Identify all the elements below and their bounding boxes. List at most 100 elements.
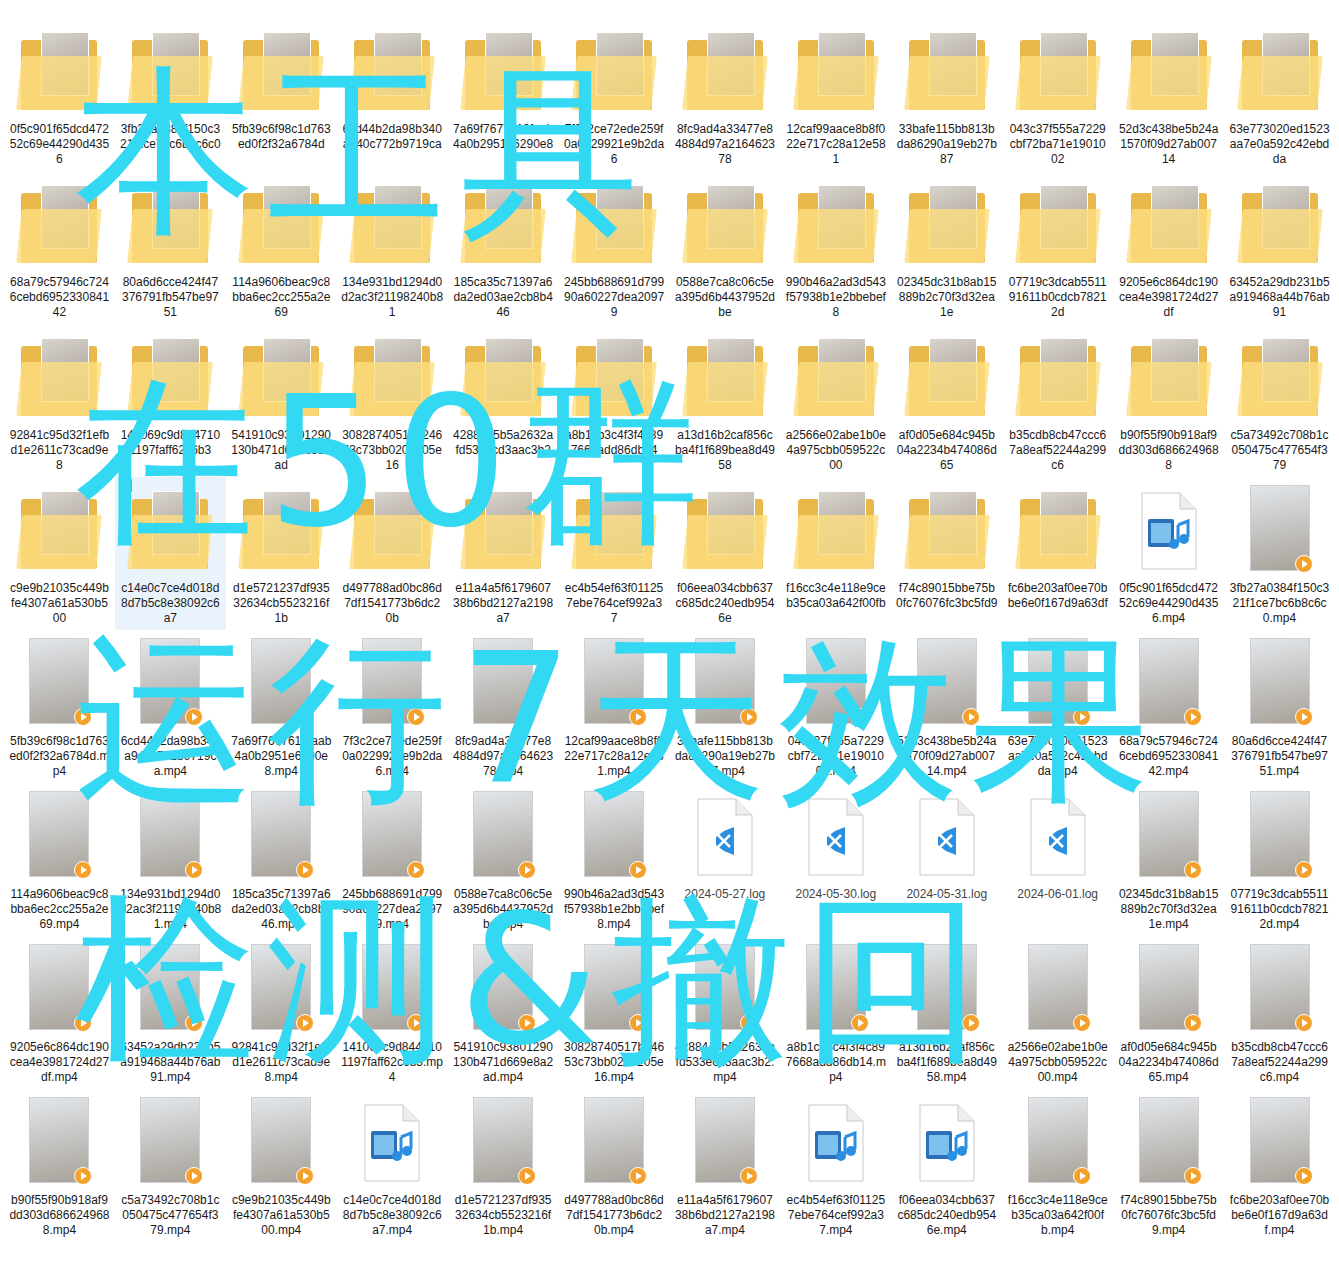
file-item[interactable]: 33bafe115bb813bda86290a19eb27b87 (891, 18, 1002, 171)
file-item[interactable]: 114a9606beac9c8bba6ec2cc255a2e69.mp4 (4, 783, 115, 936)
checkbox[interactable] (119, 479, 132, 492)
file-item[interactable]: f06eea034cbb637c685dc240edb9546e.mp4 (891, 1089, 1002, 1242)
file-item[interactable]: 541910c93801290130b471d669e8a2ad (226, 324, 337, 477)
file-item[interactable]: 33bafe115bb813bda86290a19eb27b87.mp4 (669, 630, 780, 783)
file-item[interactable]: b90f55f90b918af9dd303d6866249688.mp4 (4, 1089, 115, 1242)
file-item[interactable]: 4288445b5a2632afd533ecd3aac3b2.mp4 (669, 936, 780, 1089)
file-item[interactable]: 80a6d6cce424f47376791fb547be9751.mp4 (1224, 630, 1335, 783)
file-item[interactable]: 6cd44b2da98b340a940c772b9719ca.mp4 (115, 630, 226, 783)
file-item[interactable]: d497788ad0bc86d7df1541773b6dc20b.mp4 (559, 1089, 670, 1242)
file-item[interactable]: c5a73492c708b1c050475c477654f379.mp4 (115, 1089, 226, 1242)
file-item[interactable]: 2024-06-01.log (1002, 783, 1113, 936)
file-item[interactable]: 7a69f7677612faab4a0b2951e6290e8 (448, 18, 559, 171)
file-item[interactable]: f16cc3c4e118e9ceb35ca03a642f00fb (780, 477, 891, 630)
file-item[interactable]: 185ca35c71397a6da2ed03ae2cb8b446 (448, 171, 559, 324)
file-item[interactable]: d497788ad0bc86d7df1541773b6dc20b (337, 477, 448, 630)
file-item[interactable]: 0588e7ca8c06c5ea395d6b4437952dbe (669, 171, 780, 324)
file-item[interactable]: 7f3c2ce72ede259f0a0229921e9b2da6.mp4 (337, 630, 448, 783)
file-item[interactable]: d1e5721237df93532634cb5523216f1b (226, 477, 337, 630)
file-item[interactable]: 92841c95d32f1efbd1e2611c73cad9e8.mp4 (226, 936, 337, 1089)
file-item[interactable]: a8b1cb3c4f3f4c897668add86db14.mp4 (780, 936, 891, 1089)
file-item[interactable]: 2024-05-31.log (891, 783, 1002, 936)
file-item[interactable]: 9205e6c864dc190cea4e3981724d27df.mp4 (4, 936, 115, 1089)
file-item[interactable]: f74c89015bbe75b0fc76076fc3bc5fd9.mp4 (1113, 1089, 1224, 1242)
file-item[interactable]: 63e773020ed1523aa7e0a592c42ebdda.mp4 (1002, 630, 1113, 783)
file-item[interactable]: 6cd44b2da98b340a940c772b9719ca (337, 18, 448, 171)
file-item[interactable]: af0d05e684c945b04a2234b474086d65 (891, 324, 1002, 477)
file-item[interactable]: 4288445b5a2632afd533ecd3aac3b2 (448, 324, 559, 477)
file-item[interactable]: b35cdb8cb47ccc67a8eaf52244a299c6 (1002, 324, 1113, 477)
file-item[interactable]: 07719c3dcab551191611b0cdcb78212d.mp4 (1224, 783, 1335, 936)
file-item[interactable]: 68a79c57946c7246cebd695233084142.mp4 (1113, 630, 1224, 783)
file-item[interactable]: 043c37f555a7229cbf72ba71e1901002.mp4 (780, 630, 891, 783)
file-item[interactable]: c14e0c7ce4d018d8d7b5c8e38092c6a7.mp4 (337, 1089, 448, 1242)
file-item[interactable]: a13d16b2caf856cba4f1f689bea8d4958.mp4 (891, 936, 1002, 1089)
file-item[interactable]: 990b46a2ad3d543f57938b1e2bbebef8 (780, 171, 891, 324)
file-item[interactable]: 30828740517b24653c73bb0209205e16.mp4 (559, 936, 670, 1089)
file-item[interactable]: 63452a29db231b5a919468a44b76ab91.mp4 (115, 936, 226, 1089)
file-item[interactable]: c14e0c7ce4d018d8d7b5c8e38092c6a7 (115, 477, 226, 630)
file-item[interactable]: 02345dc31b8ab15889b2c70f3d32ea1e (891, 171, 1002, 324)
file-item[interactable]: 141069c9d8447101197faff62c6b3 (115, 324, 226, 477)
file-item[interactable]: 0f5c901f65dcd47252c69e44290d4356.mp4 (1113, 477, 1224, 630)
file-item[interactable]: 12caf99aace8b8f022e717c28a12e581 (780, 18, 891, 171)
file-item[interactable]: c9e9b21035c449bfe4307a61a530b500.mp4 (226, 1089, 337, 1242)
file-item[interactable]: c9e9b21035c449bfe4307a61a530b500 (4, 477, 115, 630)
file-item[interactable]: 7f3c2ce72ede259f0a0229921e9b2da6 (559, 18, 670, 171)
file-item[interactable]: 02345dc31b8ab15889b2c70f3d32ea1e.mp4 (1113, 783, 1224, 936)
file-item[interactable]: 114a9606beac9c8bba6ec2cc255a2e69 (226, 171, 337, 324)
file-item[interactable]: b35cdb8cb47ccc67a8eaf52244a299c6.mp4 (1224, 936, 1335, 1089)
file-item[interactable]: 0588e7ca8c06c5ea395d6b4437952dbe.mp4 (448, 783, 559, 936)
file-item[interactable]: a13d16b2caf856cba4f1f689bea8d4958 (669, 324, 780, 477)
file-item[interactable]: f74c89015bbe75b0fc76076fc3bc5fd9 (891, 477, 1002, 630)
file-name: 33bafe115bb813bda86290a19eb27b87.mp4 (674, 734, 776, 779)
file-item[interactable]: 5fb39c6f98c1d763ed0f2f32a6784d.mp4 (4, 630, 115, 783)
file-item[interactable]: 63e773020ed1523aa7e0a592c42ebdda (1224, 18, 1335, 171)
file-item[interactable]: 0f5c901f65dcd47252c69e44290d4356 (4, 18, 115, 171)
file-item[interactable]: 7a69f7677612faab4a0b2951e6290e8.mp4 (226, 630, 337, 783)
file-item[interactable]: 3fb27a0384f150c321f1ce7bc6b8c6c0.mp4 (1224, 477, 1335, 630)
file-item[interactable]: 990b46a2ad3d543f57938b1e2bbebef8.mp4 (559, 783, 670, 936)
file-item[interactable]: d1e5721237df93532634cb5523216f1b.mp4 (448, 1089, 559, 1242)
file-item[interactable]: c5a73492c708b1c050475c477654f379 (1224, 324, 1335, 477)
file-item[interactable]: 185ca35c71397a6da2ed03ae2cb8b446.mp4 (226, 783, 337, 936)
file-item[interactable]: 30828740517b24653c73bb0209205e16 (337, 324, 448, 477)
file-item[interactable]: f16cc3c4e118e9ceb35ca03a642f00fb.mp4 (1002, 1089, 1113, 1242)
file-item[interactable]: 68a79c57946c7246cebd695233084142 (4, 171, 115, 324)
file-item[interactable]: 2024-05-27.log (669, 783, 780, 936)
file-item[interactable]: b90f55f90b918af9dd303d6866249688 (1113, 324, 1224, 477)
file-item[interactable]: a2566e02abe1b0e4a975cbb059522c00 (780, 324, 891, 477)
file-item[interactable]: 2024-05-30.log (780, 783, 891, 936)
file-item[interactable]: 134e931bd1294d0d2ac3f21198240b81 (337, 171, 448, 324)
file-item[interactable]: 043c37f555a7229cbf72ba71e1901002 (1002, 18, 1113, 171)
file-item[interactable]: 245bb688691d79990a60227dea20979 (559, 171, 670, 324)
file-item[interactable]: ec4b54ef63f011257ebe764cef992a37.mp4 (780, 1089, 891, 1242)
file-item[interactable]: 07719c3dcab551191611b0cdcb78212d (1002, 171, 1113, 324)
file-item[interactable]: e11a4a5f617960738b6bd2127a2198a7.mp4 (669, 1089, 780, 1242)
file-item[interactable]: 9205e6c864dc190cea4e3981724d27df (1113, 171, 1224, 324)
file-item[interactable]: 12caf99aace8b8f022e717c28a12e581.mp4 (559, 630, 670, 783)
file-item[interactable]: a8b1cb3c4f3f4c897668add86db14 (559, 324, 670, 477)
file-item[interactable]: 3fb27a0384f150c321f1ce7bc6b8c6c0 (115, 18, 226, 171)
file-item[interactable]: 52d3c438be5b24a1570f09d27ab00714.mp4 (891, 630, 1002, 783)
file-item[interactable]: 63452a29db231b5a919468a44b76ab91 (1224, 171, 1335, 324)
folder-icon (796, 346, 876, 416)
file-item[interactable]: 92841c95d32f1efbd1e2611c73cad9e8 (4, 324, 115, 477)
file-item[interactable]: 5fb39c6f98c1d763ed0f2f32a6784d (226, 18, 337, 171)
file-item[interactable]: e11a4a5f617960738b6bd2127a2198a7 (448, 477, 559, 630)
file-item[interactable]: fc6be203af0ee70bbe6e0f167d9a63df (1002, 477, 1113, 630)
file-item[interactable]: 8fc9ad4a33477e84884d97a216462378 (669, 18, 780, 171)
play-badge-icon (407, 861, 425, 879)
file-item[interactable]: 541910c93801290130b471d669e8a2ad.mp4 (448, 936, 559, 1089)
file-item[interactable]: 245bb688691d79990a60227dea20979.mp4 (337, 783, 448, 936)
file-item[interactable]: ec4b54ef63f011257ebe764cef992a37 (559, 477, 670, 630)
file-item[interactable]: 80a6d6cce424f47376791fb547be9751 (115, 171, 226, 324)
file-item[interactable]: 8fc9ad4a33477e84884d97a216462378.mp4 (448, 630, 559, 783)
file-item[interactable]: fc6be203af0ee70bbe6e0f167d9a63df.mp4 (1224, 1089, 1335, 1242)
file-item[interactable]: af0d05e684c945b04a2234b474086d65.mp4 (1113, 936, 1224, 1089)
file-item[interactable]: 134e931bd1294d0d2ac3f21198240b81.mp4 (115, 783, 226, 936)
file-item[interactable]: 141069c9d8447101197faff62c6b3.mp4 (337, 936, 448, 1089)
file-item[interactable]: f06eea034cbb637c685dc240edb9546e (669, 477, 780, 630)
file-item[interactable]: a2566e02abe1b0e4a975cbb059522c00.mp4 (1002, 936, 1113, 1089)
file-item[interactable]: 52d3c438be5b24a1570f09d27ab00714 (1113, 18, 1224, 171)
